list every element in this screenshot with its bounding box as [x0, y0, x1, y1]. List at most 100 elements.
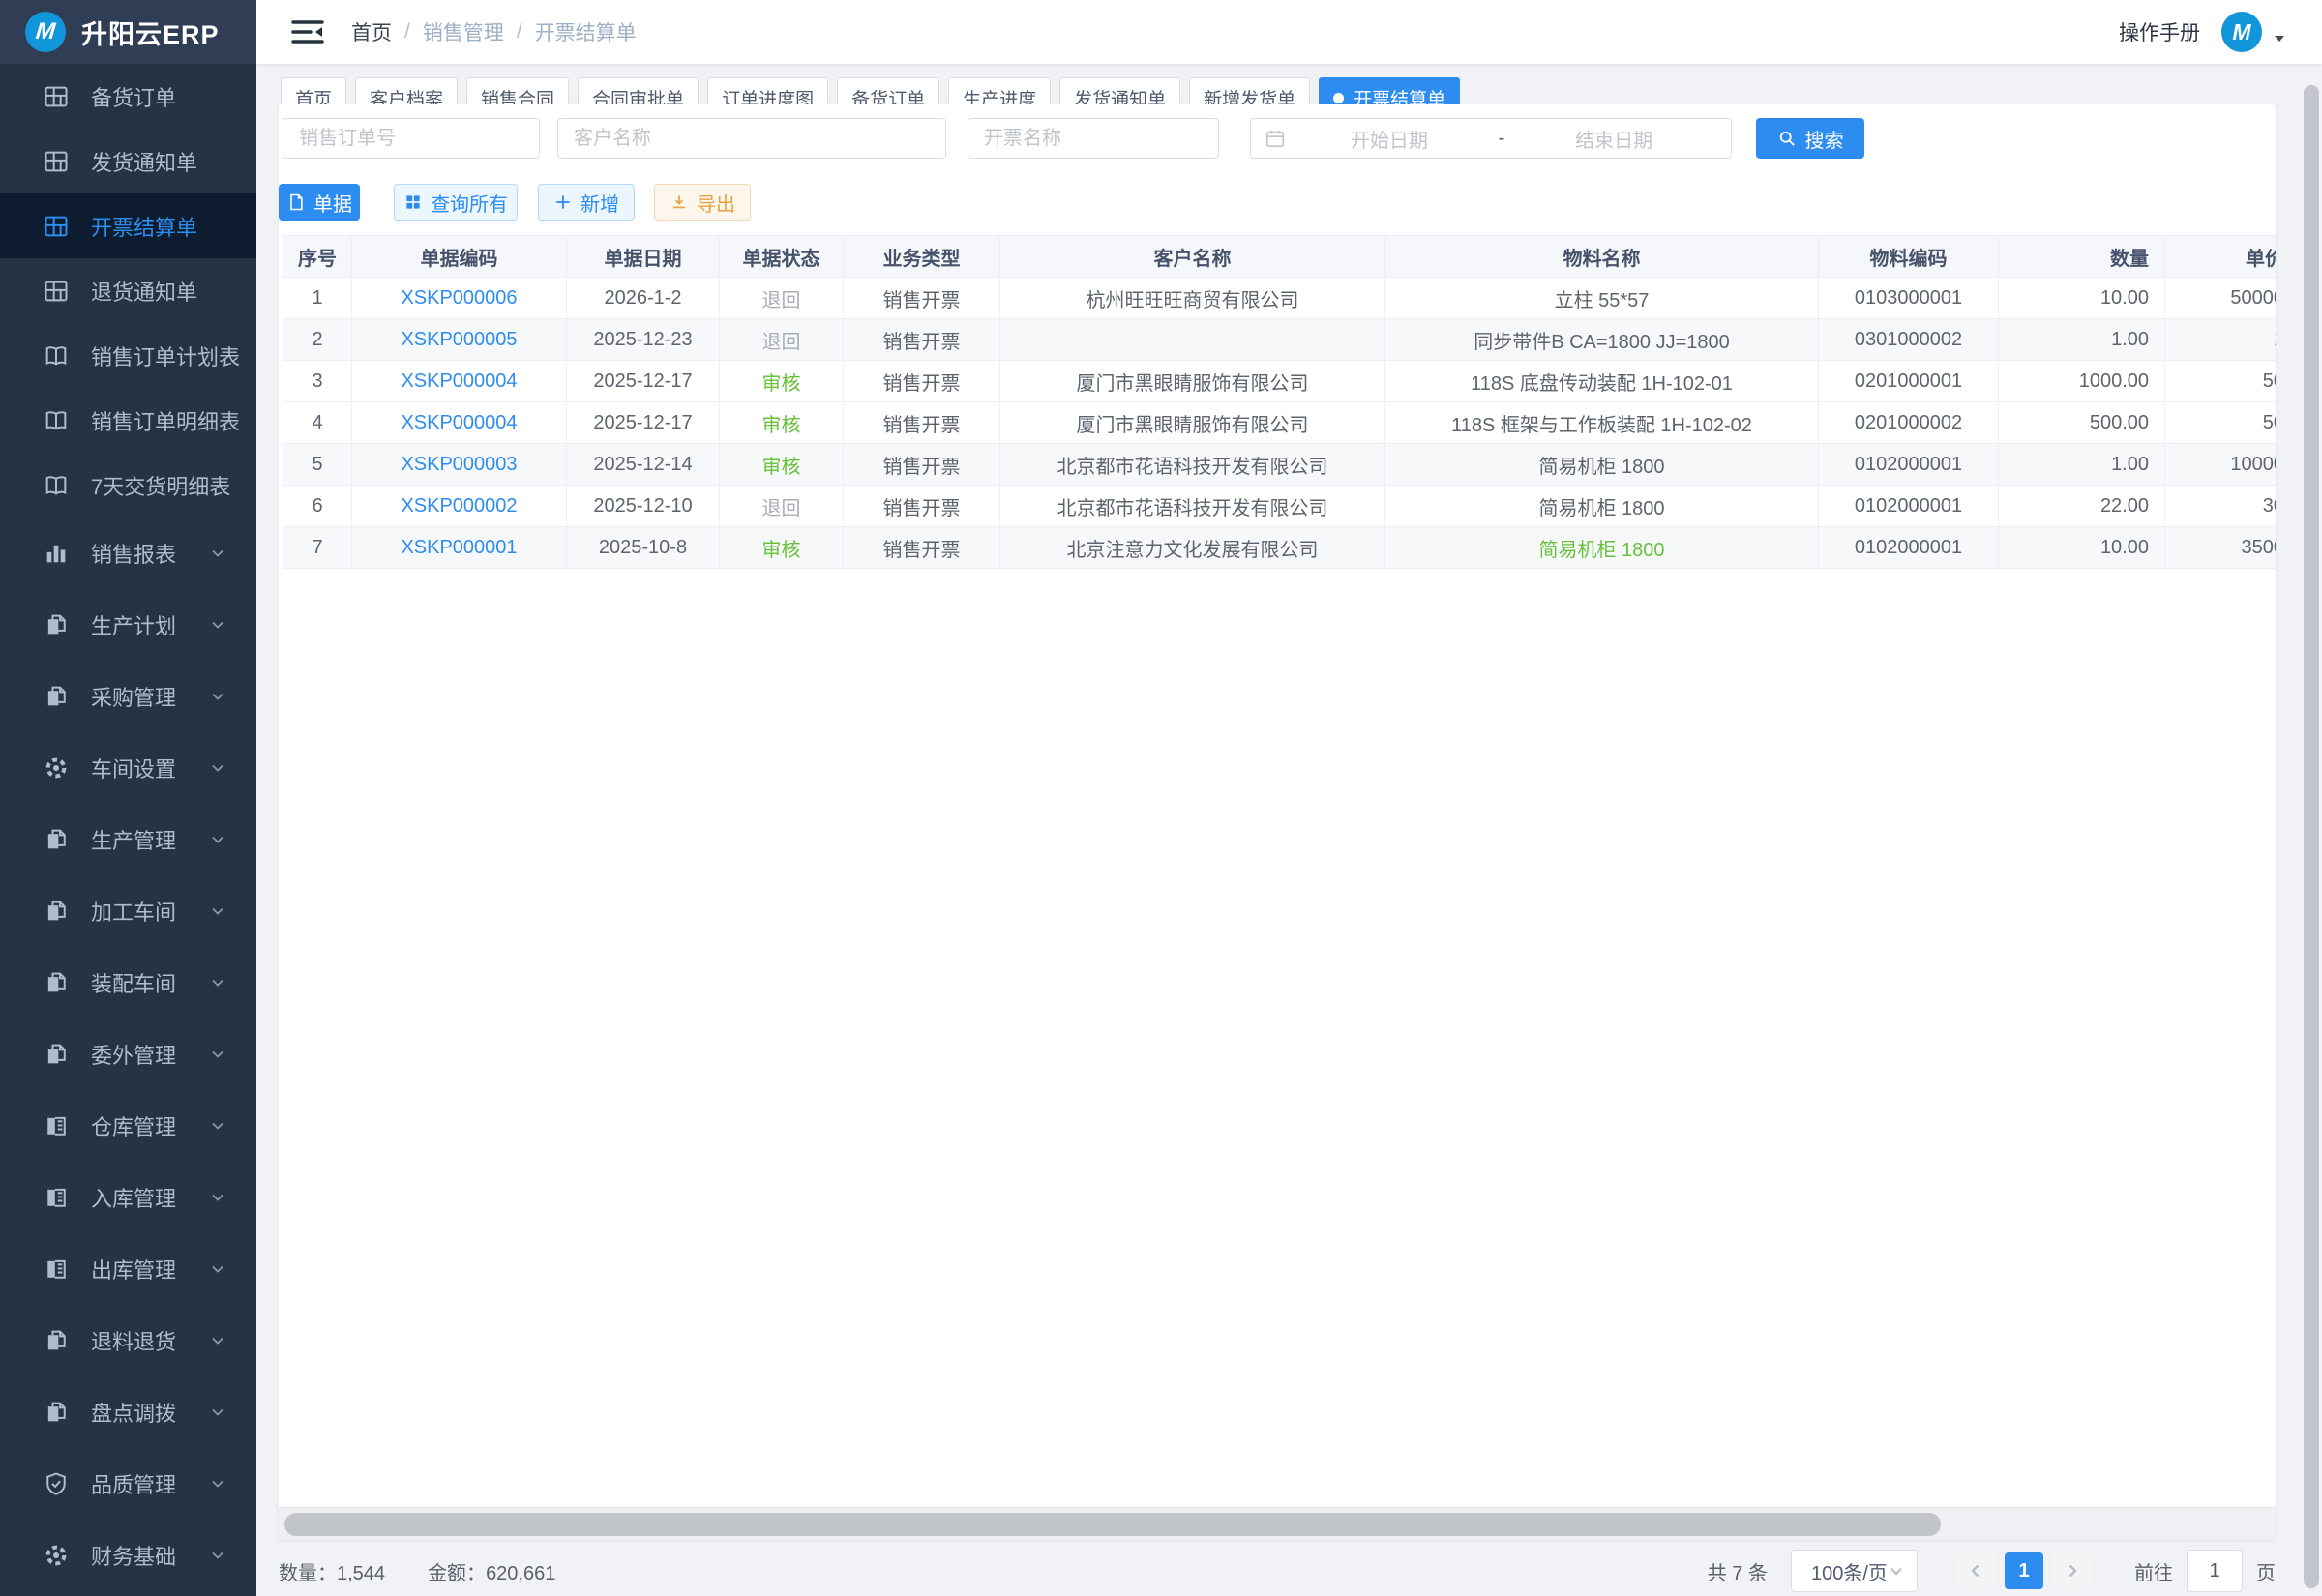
chevron-down-icon [1888, 1562, 1905, 1580]
sidebar-item-销售订单明细表[interactable]: 销售订单明细表 [0, 388, 256, 453]
qty-value: 1000.00 [2079, 370, 2149, 393]
price-value: 10000 [2230, 454, 2276, 476]
sidebar: M 升阳云ERP 备货订单发货通知单开票结算单退货通知单销售订单计划表销售订单明… [0, 0, 256, 1596]
sidebar-item-退货通知单[interactable]: 退货通知单 [0, 258, 256, 323]
sidebar-item-加工车间[interactable]: 加工车间 [0, 875, 256, 947]
biz-value: 销售开票 [883, 326, 961, 354]
copy-icon [43, 826, 70, 853]
sidebar-item-仓库管理[interactable]: 仓库管理 [0, 1090, 256, 1162]
gear-icon [43, 1542, 70, 1569]
sidebar-item-采购管理[interactable]: 采购管理 [0, 661, 256, 732]
page-size-value: 100条/页 [1811, 1557, 1888, 1585]
next-page-button[interactable] [2053, 1552, 2092, 1589]
add-button[interactable]: 新增 [538, 184, 635, 221]
book2-icon [43, 1184, 70, 1211]
table-row: 3XSKP0000042025-12-17审核销售开票厦门市黑眼睛服饰有限公司1… [283, 361, 2276, 402]
sidebar-item-财务基础[interactable]: 财务基础 [0, 1520, 256, 1591]
sidebar-item-退料退货[interactable]: 退料退货 [0, 1305, 256, 1376]
chevron-down-icon [208, 544, 227, 563]
app-logo-letter: M [35, 18, 57, 45]
sidebar-item-车间设置[interactable]: 车间设置 [0, 732, 256, 804]
cell-material: 118S 框架与工作板装配 1H-102-02 [1385, 402, 1819, 443]
cell-code: XSKP000005 [352, 319, 567, 360]
sidebar-item-品质管理[interactable]: 品质管理 [0, 1448, 256, 1520]
document-button[interactable]: 单据 [279, 184, 360, 221]
cell-material: 简易机柜 1800 [1385, 444, 1819, 485]
cell-qty: 10.00 [1999, 278, 2165, 318]
date-value: 2025-12-14 [593, 454, 692, 476]
add-button-label: 新增 [580, 189, 619, 217]
customer-value: 厦门市黑眼睛服饰有限公司 [1077, 368, 1309, 396]
page-number-1[interactable]: 1 [2005, 1552, 2043, 1589]
page-size-select[interactable]: 100条/页 [1791, 1550, 1918, 1592]
date-range-picker[interactable]: 开始日期 - 结束日期 [1250, 118, 1732, 159]
biz-value: 销售开票 [883, 409, 961, 437]
chevron-down-icon [208, 758, 227, 778]
sidebar-item-装配车间[interactable]: 装配车间 [0, 947, 256, 1019]
copy-icon [43, 611, 70, 638]
sidebar-item-label: 7天交货明细表 [91, 470, 230, 501]
date-value: 2025-10-8 [599, 537, 687, 559]
cell-price: 50 [2165, 361, 2276, 401]
code-value[interactable]: XSKP000003 [401, 454, 517, 476]
sidebar-item-发货通知单[interactable]: 发货通知单 [0, 129, 256, 193]
sidebar-item-委外管理[interactable]: 委外管理 [0, 1019, 256, 1090]
code-value[interactable]: XSKP000001 [401, 537, 517, 559]
price-value: 50 [2263, 412, 2276, 434]
qty-value: 1.00 [2111, 454, 2149, 476]
user-menu-caret-icon[interactable] [2272, 31, 2287, 46]
code-value[interactable]: XSKP000004 [401, 370, 517, 393]
index-value: 5 [312, 454, 322, 476]
material-value: 118S 底盘传动装配 1H-102-01 [1471, 368, 1733, 396]
sidebar-item-生产管理[interactable]: 生产管理 [0, 804, 256, 875]
column-header-price: 单价 [2165, 236, 2276, 277]
price-value: 50 [2263, 370, 2276, 393]
prev-page-button[interactable] [1956, 1552, 1995, 1589]
code-value[interactable]: XSKP000004 [401, 412, 517, 434]
sidebar-item-盘点调拨[interactable]: 盘点调拨 [0, 1376, 256, 1448]
sidebar-item-入库管理[interactable]: 入库管理 [0, 1162, 256, 1233]
sidebar-item-开票结算单[interactable]: 开票结算单 [0, 193, 256, 258]
date-start-placeholder[interactable]: 开始日期 [1286, 125, 1493, 153]
sidebar-item-出库管理[interactable]: 出库管理 [0, 1233, 256, 1305]
sales-order-no-input[interactable] [283, 118, 540, 159]
cell-code: XSKP000001 [352, 527, 567, 568]
grid-icon [403, 192, 423, 212]
cell-qty: 1.00 [1999, 319, 2165, 360]
sidebar-item-销售订单计划表[interactable]: 销售订单计划表 [0, 323, 256, 388]
price-value: 3500 [2242, 537, 2277, 559]
sidebar-collapse-icon[interactable] [291, 18, 324, 45]
sidebar-item-销售报表[interactable]: 销售报表 [0, 517, 256, 589]
sidebar-item-生产计划[interactable]: 生产计划 [0, 589, 256, 661]
user-avatar[interactable]: M [2221, 12, 2262, 52]
page-scrollbar-thumb[interactable] [2304, 85, 2319, 1588]
customer-name-input[interactable] [557, 118, 946, 159]
code-value[interactable]: XSKP000002 [401, 495, 517, 517]
cell-biz: 销售开票 [844, 527, 1000, 568]
code-value[interactable]: XSKP000005 [401, 329, 517, 351]
export-button[interactable]: 导出 [654, 184, 751, 221]
query-all-button[interactable]: 查询所有 [394, 184, 518, 221]
search-button[interactable]: 搜索 [1756, 118, 1864, 159]
code-value[interactable]: XSKP000006 [401, 287, 517, 310]
book2-icon [43, 1112, 70, 1139]
sidebar-item-label: 品质管理 [91, 1468, 176, 1499]
summary-qty: 数量：1,544 [279, 1557, 385, 1585]
cell-qty: 10.00 [1999, 527, 2165, 568]
cell-material_code: 0301000002 [1819, 319, 1999, 360]
cell-price: 10000 [2165, 444, 2276, 485]
breadcrumb-item-开票结算单: 开票结算单 [535, 17, 637, 46]
horizontal-scrollbar-thumb[interactable] [284, 1513, 1941, 1536]
sidebar-item-7天交货明细表[interactable]: 7天交货明细表 [0, 453, 256, 517]
manual-link[interactable]: 操作手册 [2119, 17, 2200, 46]
breadcrumb-item-首页[interactable]: 首页 [351, 17, 392, 46]
chevron-down-icon [208, 1331, 227, 1350]
horizontal-scrollbar-track[interactable] [279, 1507, 2276, 1540]
index-value: 7 [312, 537, 322, 559]
goto-page-input[interactable] [2187, 1550, 2243, 1592]
goto-label: 前往 [2134, 1557, 2173, 1585]
invoice-name-input[interactable] [968, 118, 1219, 159]
sidebar-item-备货订单[interactable]: 备货订单 [0, 64, 256, 129]
qty-value: 10.00 [2100, 287, 2149, 310]
date-end-placeholder[interactable]: 结束日期 [1510, 125, 1717, 153]
